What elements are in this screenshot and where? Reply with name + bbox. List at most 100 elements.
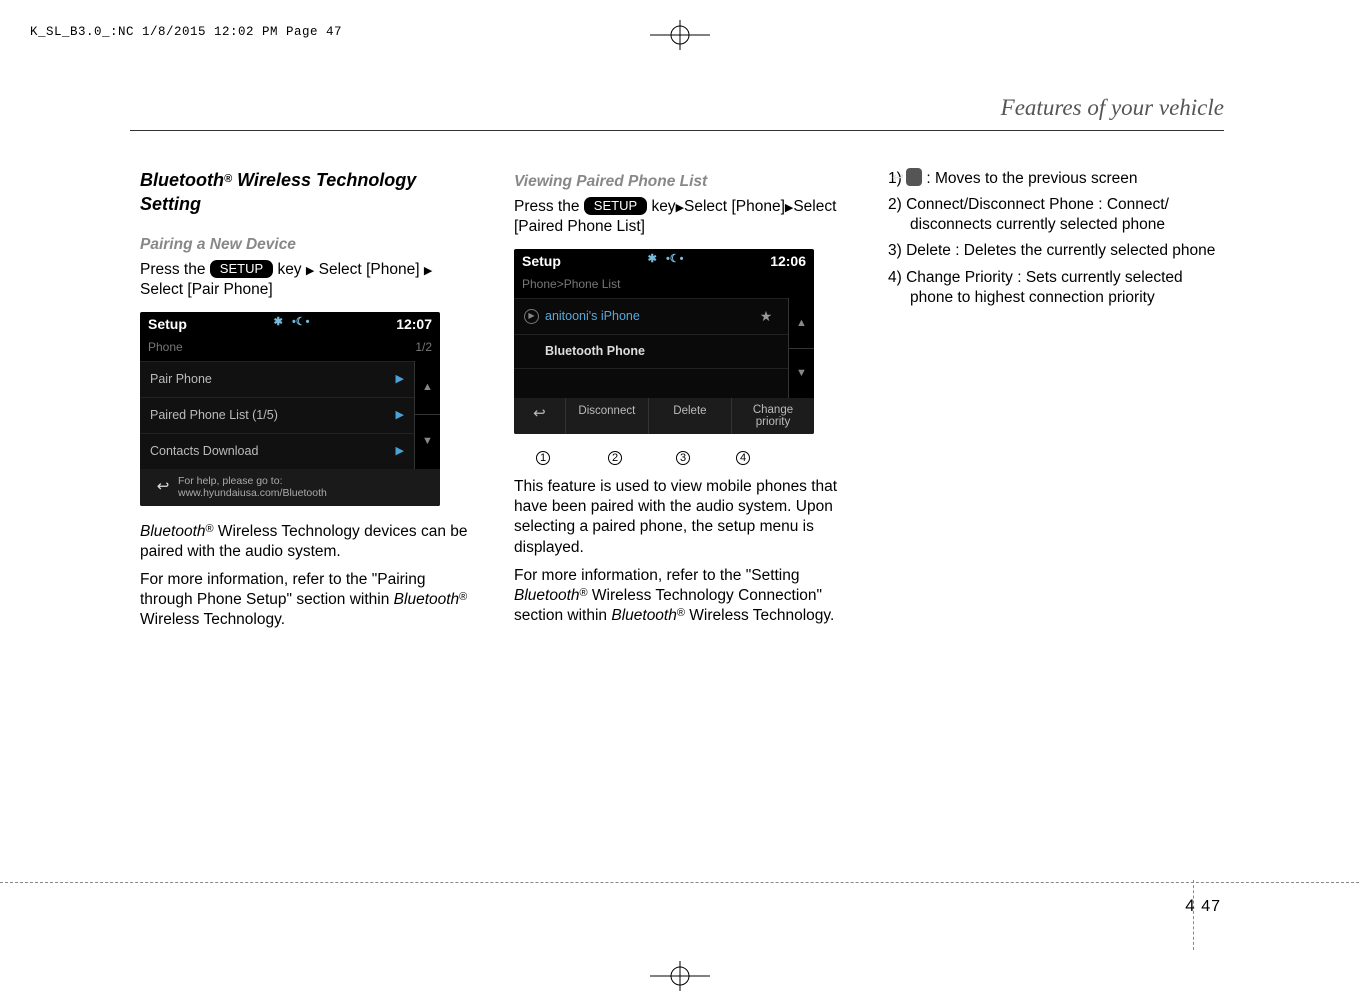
play-icon: ▶ [524,309,539,324]
paragraph: Bluetooth® Wireless Technology devices c… [140,522,476,562]
paired-list-screenshot: Setup ✱ •☾• 12:06 Phone>Phone List ▶ ani… [514,249,814,434]
section-number: 4 [1185,896,1195,915]
page-number: 4 47 [1185,896,1221,916]
registered-mark: ® [206,523,214,535]
phone-row-1: ▶ anitooni's iPhone ★ [514,298,788,334]
label-line-2: priority [756,416,791,428]
column-1: Bluetooth® Wireless Technology Setting P… [140,168,476,630]
callout-4: 4) Change Priority : Sets currently sele… [888,268,1224,308]
paragraph: For more information, refer to the "Pair… [140,570,476,630]
text-select: Select [684,198,727,215]
setup-key: SETUP [210,260,273,278]
marker-3: 3 [676,451,690,465]
callout-3: 3) Delete : Deletes the currently select… [888,241,1224,261]
registered-mark: ® [224,173,232,185]
empty-row [514,368,788,398]
marker-1: 1 [536,451,550,465]
para-text: For more information, refer to the "Pair… [140,571,425,608]
back-icon: ↩ [148,477,178,497]
callout-text: : Moves to the previous screen [926,170,1137,187]
crop-mark-top [650,20,710,50]
column-3: 1) ↩ : Moves to the previous screen 2) C… [888,168,1224,630]
text-key: key [651,198,675,215]
ss-page-indicator: 1/2 [415,339,432,355]
scroll-arrows: ▲ ▼ [788,298,814,398]
text-press-the: Press the [514,198,584,215]
text-select-pair: Select [Pair Phone] [140,281,273,298]
pairing-subhead: Pairing a New Device [140,235,476,256]
callout-2: 2) Connect/Disconnect Phone : Connect/ d… [888,195,1224,235]
bluetooth-word: Bluetooth [394,591,460,608]
ss2-bottom-bar: ↩ Disconnect Delete Change priority [514,398,814,434]
change-priority-button: Change priority [731,398,814,434]
back-icon-pill: ↩ [906,168,922,186]
triangle-icon: ▶ [676,201,684,215]
ss-breadcrumb: Phone>Phone List [522,277,620,291]
cut-line-horizontal [0,882,1359,883]
page-number-value: 47 [1201,898,1221,915]
viewing-subhead: Viewing Paired Phone List [514,172,850,193]
ss-bottom-bar: ↩ For help, please go to: www.hyundaiusa… [140,469,440,506]
scroll-down-icon: ▼ [789,349,814,398]
help-line-2: www.hyundaiusa.com/Bluetooth [178,487,327,500]
text-phone: [Phone] [366,261,419,278]
press-setup-instruction: Press the SETUP key ▶ Select [Phone] ▶ S… [140,260,476,300]
phone-name: anitooni's iPhone [545,308,640,325]
back-button: ↩ [514,398,565,434]
content-columns: Bluetooth® Wireless Technology Setting P… [140,168,1224,630]
setup-key: SETUP [584,197,647,215]
bluetooth-word: Bluetooth [140,170,224,190]
star-icon: ★ [754,307,778,326]
ss-clock: 12:07 [396,315,432,334]
bluetooth-word: Bluetooth [611,607,677,624]
callout-1: 1) ↩ : Moves to the previous screen [888,168,1224,189]
press-setup-instruction: Press the SETUP key▶Select [Phone]▶Selec… [514,197,850,237]
ss-breadcrumb: Phone [148,339,183,355]
column-2: Viewing Paired Phone List Press the SETU… [514,168,850,630]
chevron-right-icon: ▶ [396,372,404,387]
bluetooth-word: Bluetooth [514,587,580,604]
text-press-the: Press the [140,261,210,278]
chapter-title: Features of your vehicle [1001,95,1224,121]
marker-2: 2 [608,451,622,465]
callout-markers: 1 2 3 4 [514,450,850,465]
text-select: Select [319,261,362,278]
triangle-icon: ▶ [424,264,432,278]
para-text: Wireless Technology. [685,607,834,624]
row-paired-list: Paired Phone List (1/5) ▶ [140,397,414,433]
disconnect-button: Disconnect [565,398,648,434]
horizontal-rule [130,130,1224,131]
scroll-arrows: ▲ ▼ [414,361,440,469]
ss-title: Setup [522,252,561,271]
setup-phone-screenshot: Setup ✱ •☾• 12:07 Phone 1/2 Pair Phone▶ … [140,312,440,506]
chevron-right-icon: ▶ [396,408,404,423]
section-heading: Bluetooth® Wireless Technology Setting [140,168,476,217]
paragraph: For more information, refer to the "Sett… [514,566,850,626]
scroll-up-icon: ▲ [789,298,814,348]
registered-mark: ® [580,587,588,599]
file-header: K_SL_B3.0_:NC 1/8/2015 12:02 PM Page 47 [30,25,342,39]
row-label: Pair Phone [150,371,212,388]
marker-4: 4 [736,451,750,465]
help-line-1: For help, please go to: [178,475,327,488]
row-pair-phone: Pair Phone ▶ [140,361,414,397]
scroll-down-icon: ▼ [415,415,440,468]
crop-mark-bottom [650,961,710,994]
ss-title: Setup [148,315,187,334]
registered-mark: ® [677,607,685,619]
triangle-icon: ▶ [306,264,314,278]
bluetooth-word: Bluetooth [140,523,206,540]
registered-mark: ® [459,591,467,603]
row-contacts-download: Contacts Download ▶ [140,433,414,469]
delete-button: Delete [648,398,731,434]
text-key: key [277,261,301,278]
row-label: Contacts Download [150,443,258,460]
paragraph: This feature is used to view mobile phon… [514,477,850,558]
label-line-1: Change [753,404,793,416]
phone-name: Bluetooth Phone [545,343,645,360]
row-label: Paired Phone List (1/5) [150,407,278,424]
text-phone: [Phone] [731,198,784,215]
scroll-up-icon: ▲ [415,361,440,415]
chevron-right-icon: ▶ [396,444,404,459]
para-text: For more information, refer to the "Sett… [514,567,800,584]
